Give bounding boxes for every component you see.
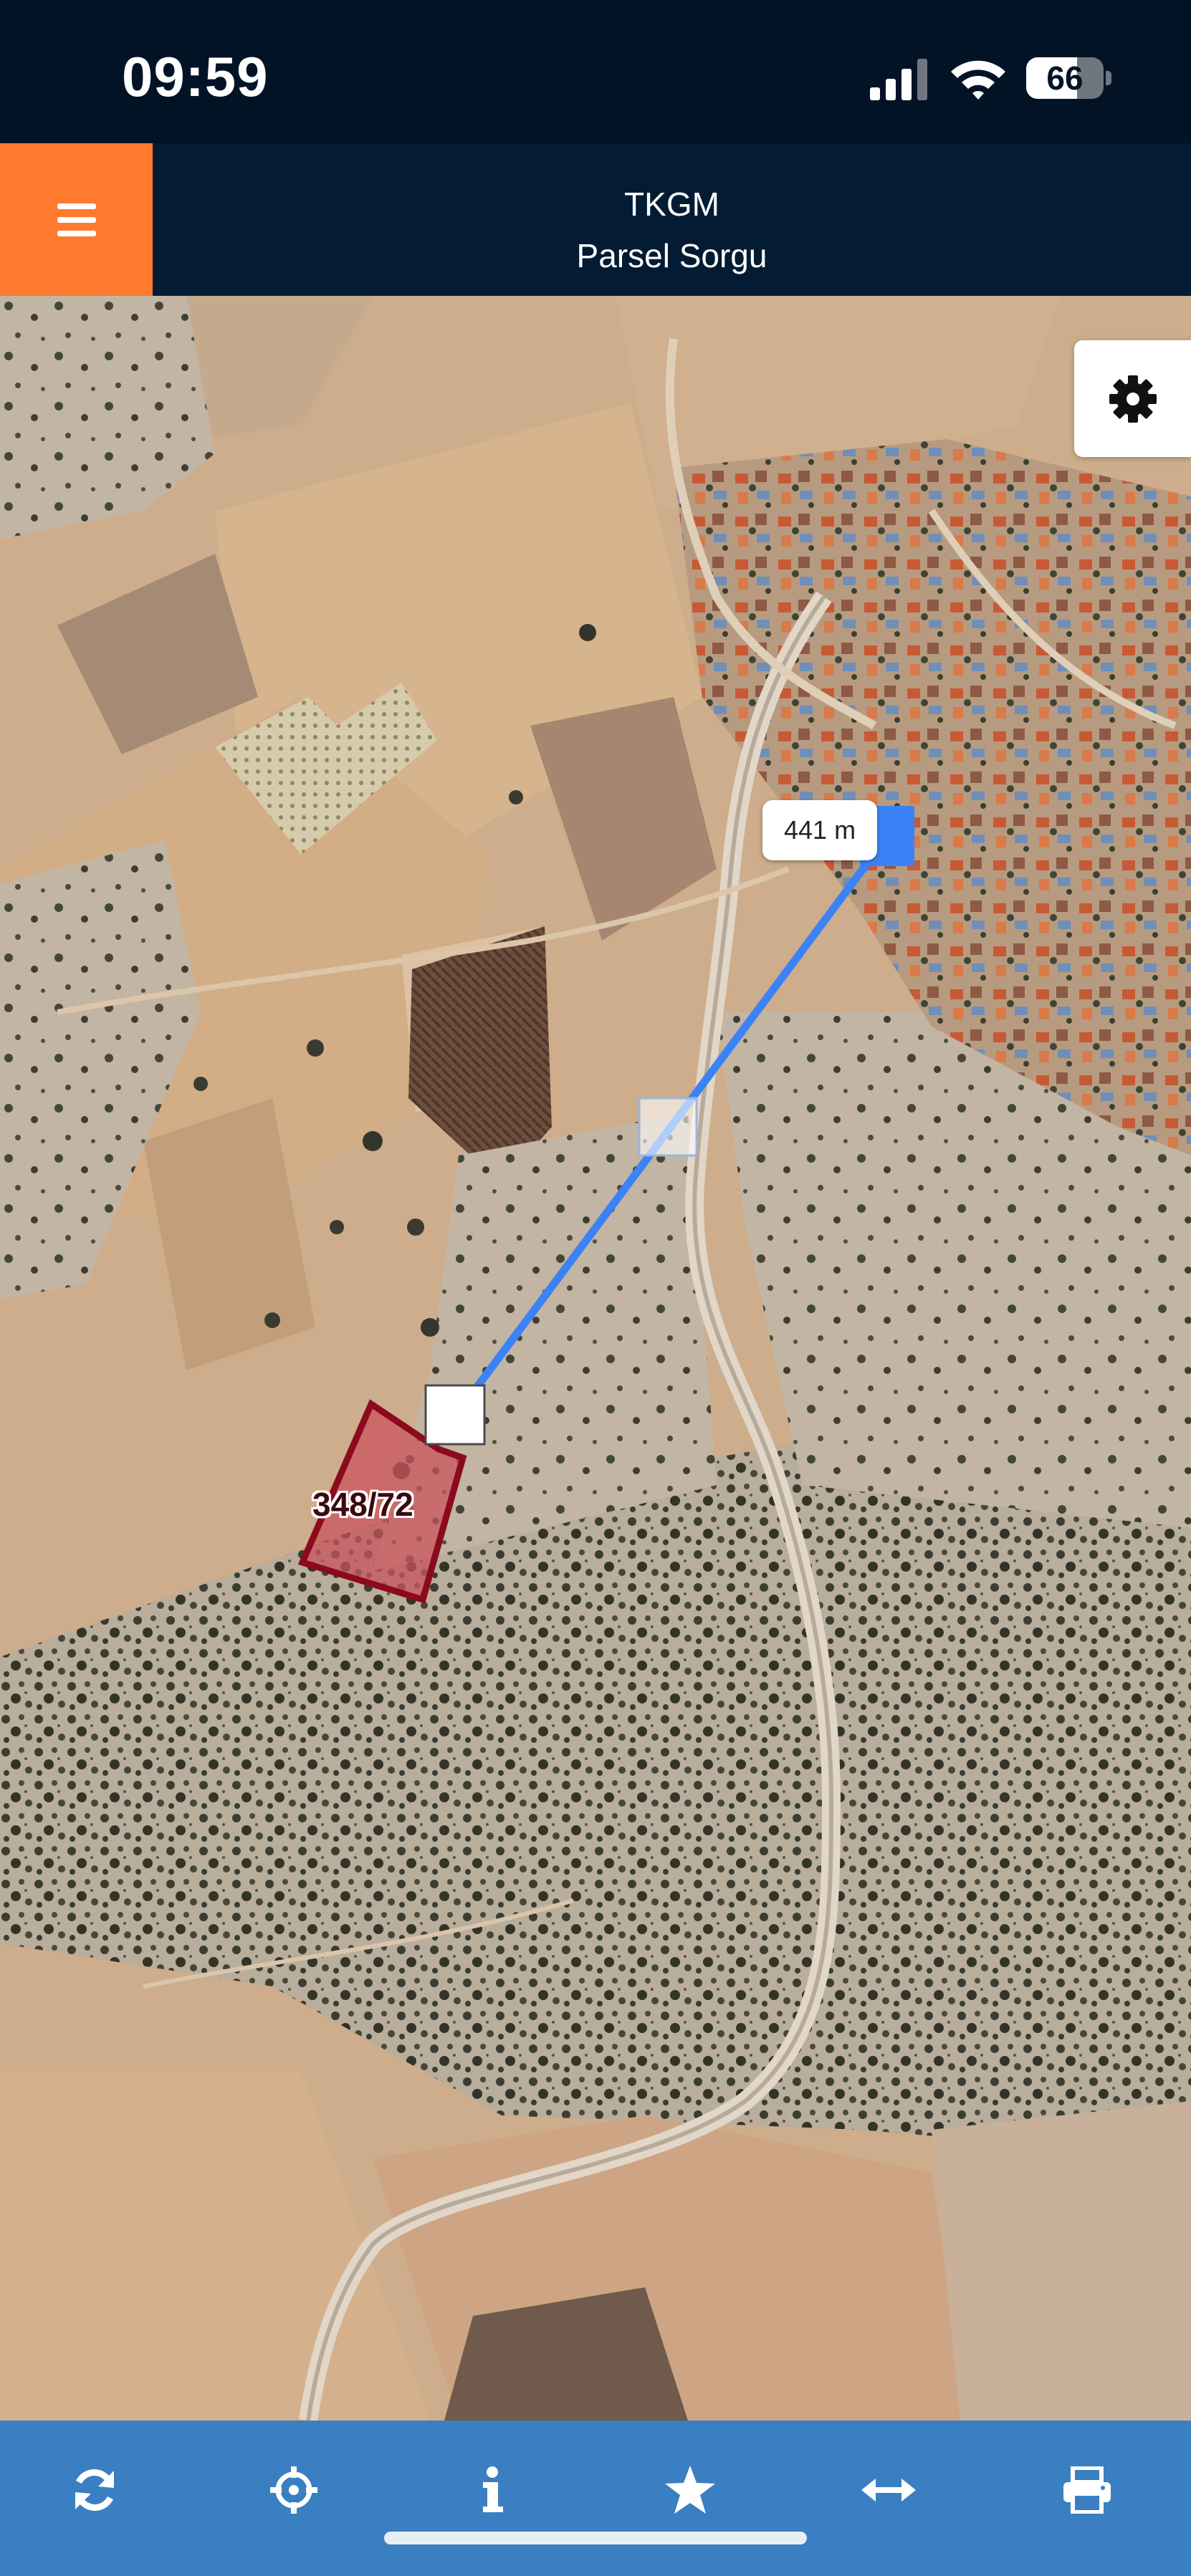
- menu-button[interactable]: [0, 143, 153, 296]
- locate-crosshair-icon: [270, 2466, 317, 2514]
- gear-icon: [1109, 375, 1157, 423]
- status-time: 09:59: [122, 45, 269, 108]
- battery-cap: [1106, 71, 1111, 85]
- parcel-label[interactable]: 348/72: [312, 1485, 413, 1524]
- settings-button[interactable]: [1074, 340, 1191, 457]
- favorites-button[interactable]: [651, 2451, 730, 2529]
- wifi-icon: [951, 60, 1005, 100]
- satellite-map[interactable]: 441 m 348/72: [0, 296, 1191, 2421]
- print-icon: [1063, 2466, 1111, 2514]
- print-button[interactable]: [1048, 2451, 1127, 2529]
- hamburger-menu-icon: [57, 203, 96, 236]
- refresh-button[interactable]: [55, 2451, 134, 2529]
- app-header: TKGM Parsel Sorgu: [0, 143, 1191, 296]
- cellular-signal-icon: [870, 59, 927, 100]
- info-button[interactable]: [451, 2451, 530, 2529]
- locate-button[interactable]: [254, 2451, 333, 2529]
- distance-tooltip: 441 m: [762, 800, 878, 860]
- map-imagery[interactable]: [0, 296, 1191, 2421]
- refresh-icon: [75, 2469, 114, 2511]
- star-icon: [665, 2466, 715, 2514]
- bottom-toolbar: [0, 2421, 1191, 2576]
- app-subtitle: Parsel Sorgu: [576, 237, 767, 274]
- home-indicator: [384, 2532, 807, 2544]
- battery-indicator: 66: [1026, 57, 1112, 99]
- info-icon: [483, 2466, 503, 2512]
- measure-button[interactable]: [849, 2451, 928, 2529]
- status-bar: 09:59 66: [0, 0, 1191, 143]
- measure-distance-icon: [861, 2479, 916, 2501]
- app-title: TKGM: [624, 186, 719, 223]
- battery-percent: 66: [1046, 59, 1084, 97]
- battery-body: 66: [1026, 57, 1104, 99]
